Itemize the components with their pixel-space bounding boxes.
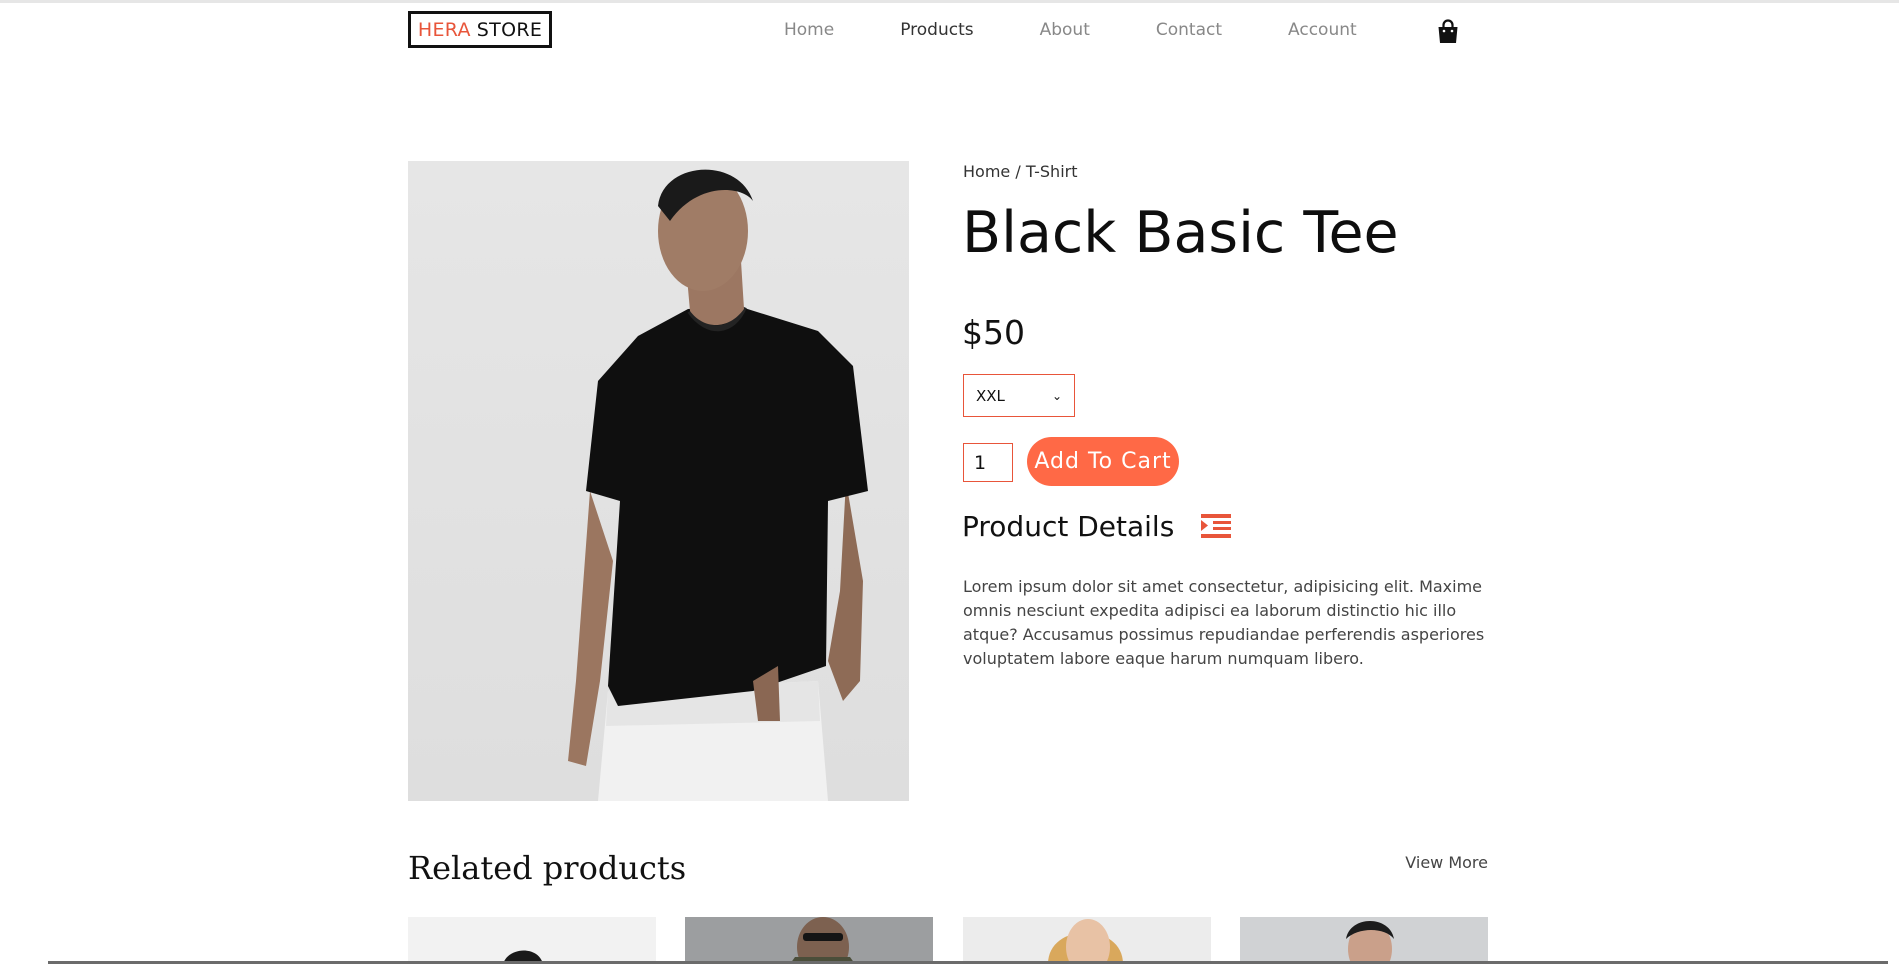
related-product-image <box>1048 919 1123 964</box>
page-container: HERA STORE Home Products About Contact A… <box>408 0 1488 964</box>
nav-home[interactable]: Home <box>784 20 834 40</box>
main-nav: Home Products About Contact Account <box>784 20 1423 40</box>
quantity-input[interactable]: 1 <box>963 443 1013 482</box>
related-product-card[interactable] <box>685 917 933 964</box>
breadcrumb: Home / T-Shirt <box>963 162 1077 181</box>
related-product-card[interactable] <box>963 917 1211 964</box>
view-more-link[interactable]: View More <box>1405 853 1488 872</box>
nav-contact[interactable]: Contact <box>1156 20 1222 40</box>
product-price: $50 <box>962 313 1025 352</box>
product-title: Black Basic Tee <box>962 200 1399 266</box>
product-details-heading: Product Details <box>962 510 1175 543</box>
shopping-bag-icon[interactable] <box>1435 18 1461 44</box>
logo-part-hera: HERA <box>417 18 471 41</box>
logo-part-store: STORE <box>476 18 543 41</box>
related-product-card[interactable] <box>408 917 656 964</box>
add-to-cart-button[interactable]: Add To Cart <box>1027 437 1179 486</box>
size-select[interactable]: XXL ⌄ <box>963 374 1075 417</box>
nav-products[interactable]: Products <box>900 20 973 40</box>
related-product-image <box>1346 921 1394 964</box>
indent-icon[interactable] <box>1201 514 1231 538</box>
product-description: Lorem ipsum dolor sit amet consectetur, … <box>963 577 1485 668</box>
nav-account[interactable]: Account <box>1288 20 1357 40</box>
related-product-card[interactable] <box>1240 917 1488 964</box>
related-product-image <box>790 917 855 964</box>
product-image <box>408 161 909 801</box>
store-logo[interactable]: HERA STORE <box>408 11 552 48</box>
related-products-heading: Related products <box>408 849 687 887</box>
related-product-image <box>503 950 543 964</box>
size-select-value: XXL <box>976 386 1005 405</box>
chevron-down-icon: ⌄ <box>1051 388 1062 403</box>
breadcrumb-separator: / <box>1010 162 1026 181</box>
breadcrumb-home[interactable]: Home <box>963 162 1010 181</box>
nav-about[interactable]: About <box>1040 20 1090 40</box>
breadcrumb-current[interactable]: T-Shirt <box>1026 162 1078 181</box>
model-photo <box>568 169 868 801</box>
